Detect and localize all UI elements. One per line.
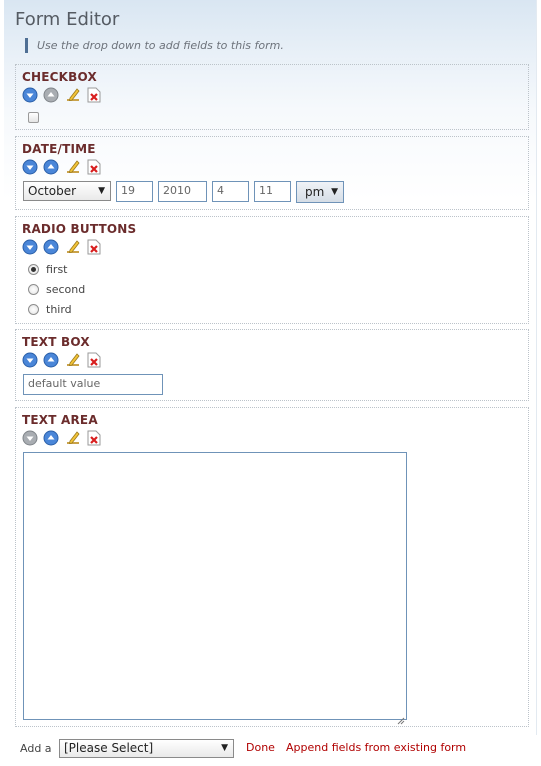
ampm-select[interactable]: pm ▼	[296, 181, 344, 203]
radio-label-second: second	[46, 283, 86, 296]
move-up-icon[interactable]	[43, 87, 59, 103]
resize-handle-icon[interactable]	[397, 710, 405, 725]
radio-option-third[interactable]	[28, 304, 39, 315]
radio-label-first: first	[46, 263, 68, 276]
add-field-select[interactable]: [Please Select] ▼	[59, 739, 234, 758]
move-down-icon[interactable]	[22, 87, 38, 103]
delete-icon[interactable]	[86, 87, 102, 103]
field-radio-buttons: RADIO BUTTONS first second third	[15, 216, 529, 324]
month-select[interactable]: October ▼	[23, 181, 111, 201]
chevron-down-icon: ▼	[221, 743, 228, 753]
field-label-radio: RADIO BUTTONS	[22, 222, 137, 236]
chevron-down-icon: ▼	[98, 186, 105, 196]
move-up-icon[interactable]	[43, 159, 59, 175]
radio-option-second[interactable]	[28, 284, 39, 295]
year-input[interactable]: 2010	[158, 181, 207, 202]
edit-icon[interactable]	[65, 87, 81, 103]
edit-icon[interactable]	[65, 239, 81, 255]
move-down-icon[interactable]	[22, 352, 38, 368]
move-down-icon[interactable]	[22, 159, 38, 175]
append-fields-link[interactable]: Append fields from existing form	[286, 741, 466, 754]
edit-icon[interactable]	[65, 159, 81, 175]
text-box-input[interactable]: default value	[23, 374, 163, 395]
month-value: October	[28, 184, 77, 198]
ampm-value: pm	[305, 185, 325, 199]
field-text-box: TEXT BOX default value	[15, 329, 529, 401]
checkbox-input[interactable]	[28, 112, 39, 123]
radio-label-third: third	[46, 303, 72, 316]
add-field-select-value: [Please Select]	[64, 741, 154, 755]
add-field-label: Add a	[20, 742, 52, 755]
field-checkbox: CHECKBOX	[15, 64, 529, 130]
day-input[interactable]: 19	[116, 181, 153, 202]
minute-input[interactable]: 11	[254, 181, 291, 202]
move-up-icon[interactable]	[43, 352, 59, 368]
field-datetime: DATE/TIME October ▼ 19 2010 4 11 pm ▼	[15, 136, 529, 210]
edit-icon[interactable]	[65, 430, 81, 446]
move-down-icon[interactable]	[22, 239, 38, 255]
move-down-icon[interactable]	[22, 430, 38, 446]
delete-icon[interactable]	[86, 430, 102, 446]
field-text-area: TEXT AREA	[15, 407, 529, 727]
hour-input[interactable]: 4	[212, 181, 249, 202]
radio-option-first[interactable]	[28, 264, 39, 275]
edit-icon[interactable]	[65, 352, 81, 368]
chevron-down-icon: ▼	[331, 187, 338, 197]
done-link[interactable]: Done	[246, 741, 275, 754]
field-label-textbox: TEXT BOX	[22, 335, 90, 349]
move-up-icon[interactable]	[43, 430, 59, 446]
field-label-textarea: TEXT AREA	[22, 413, 98, 427]
delete-icon[interactable]	[86, 352, 102, 368]
field-label-checkbox: CHECKBOX	[22, 70, 97, 84]
field-label-datetime: DATE/TIME	[22, 142, 96, 156]
move-up-icon[interactable]	[43, 239, 59, 255]
delete-icon[interactable]	[86, 159, 102, 175]
delete-icon[interactable]	[86, 239, 102, 255]
help-text: Use the drop down to add fields to this …	[25, 38, 284, 53]
page-title: Form Editor	[15, 9, 120, 30]
text-area-input[interactable]	[23, 452, 407, 725]
